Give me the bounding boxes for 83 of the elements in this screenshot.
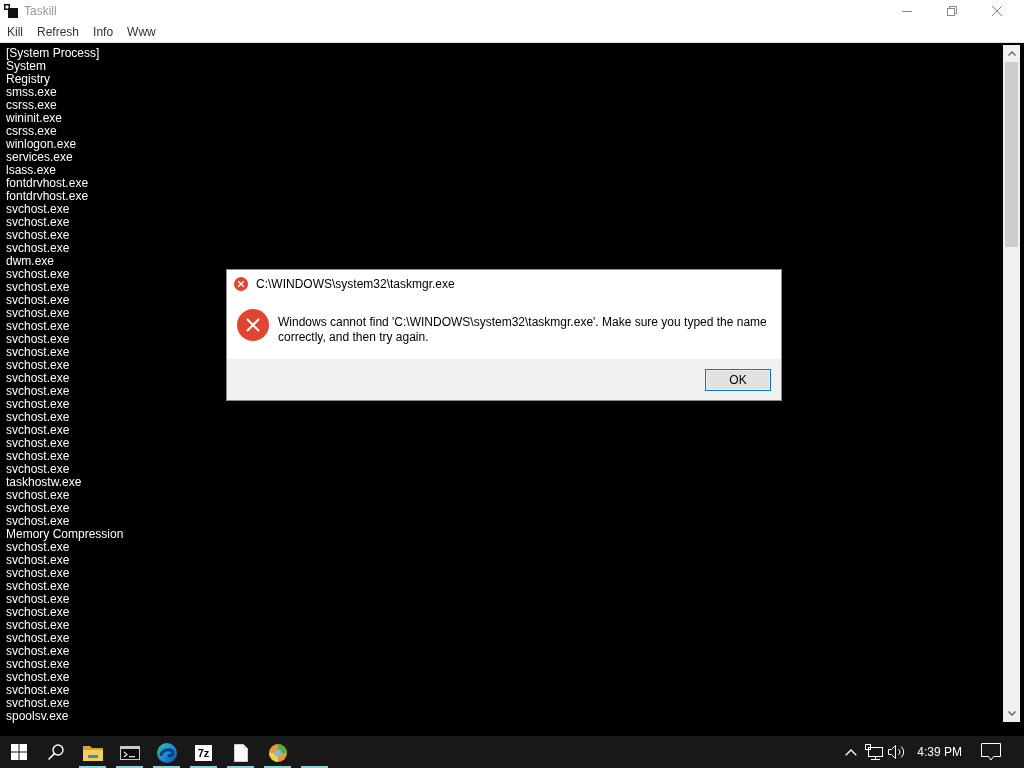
list-item[interactable]: System <box>6 60 46 73</box>
list-item[interactable]: svchost.exe <box>6 320 70 333</box>
list-item[interactable]: svchost.exe <box>6 502 70 515</box>
list-item[interactable]: svchost.exe <box>6 645 70 658</box>
list-item[interactable]: svchost.exe <box>6 229 70 242</box>
list-item[interactable]: wininit.exe <box>6 112 63 125</box>
chevron-up-icon <box>1007 51 1016 56</box>
list-item[interactable]: Memory Compression <box>6 528 124 541</box>
windows-logo-icon <box>10 744 27 760</box>
list-item[interactable]: svchost.exe <box>6 567 70 580</box>
list-item[interactable]: svchost.exe <box>6 515 70 528</box>
list-item[interactable]: services.exe <box>6 151 73 164</box>
list-item[interactable]: svchost.exe <box>6 398 70 411</box>
close-icon <box>991 6 1002 16</box>
list-item[interactable]: svchost.exe <box>6 671 70 684</box>
list-item[interactable]: winlogon.exe <box>6 138 77 151</box>
speaker-icon <box>887 744 906 760</box>
list-item[interactable]: svchost.exe <box>6 554 70 567</box>
dialog-title: C:\WINDOWS\system32\taskmgr.exe <box>256 277 455 291</box>
list-item[interactable]: smss.exe <box>6 86 57 99</box>
list-item[interactable]: svchost.exe <box>6 606 70 619</box>
menu-item[interactable]: Info <box>86 23 121 41</box>
list-item[interactable]: fontdrvhost.exe <box>6 177 89 190</box>
restore-icon <box>946 6 957 16</box>
terminal-icon <box>119 745 140 760</box>
list-item[interactable]: svchost.exe <box>6 346 70 359</box>
chevron-down-icon <box>1007 711 1016 716</box>
scrollbar[interactable] <box>1003 45 1020 722</box>
list-item[interactable]: svchost.exe <box>6 541 70 554</box>
list-item[interactable]: svchost.exe <box>6 684 70 697</box>
menu-item[interactable]: Kill <box>0 23 30 41</box>
squares-icon <box>4 4 18 18</box>
list-item[interactable]: Registry <box>6 73 50 86</box>
chevron-up-icon <box>844 748 857 756</box>
menu-item[interactable]: Refresh <box>30 23 87 41</box>
list-item[interactable]: svchost.exe <box>6 489 70 502</box>
list-item[interactable]: csrss.exe <box>6 125 57 138</box>
document-icon <box>233 743 248 762</box>
list-item[interactable]: fontdrvhost.exe <box>6 190 89 203</box>
list-item[interactable]: svchost.exe <box>6 437 70 450</box>
error-icon <box>234 277 248 291</box>
menu-item[interactable]: Www <box>120 23 163 41</box>
list-item[interactable]: svchost.exe <box>6 411 70 424</box>
list-item[interactable]: svchost.exe <box>6 593 70 606</box>
list-item[interactable]: svchost.exe <box>6 619 70 632</box>
color-ball-icon <box>268 743 287 762</box>
list-item[interactable]: svchost.exe <box>6 424 70 437</box>
minimize-icon <box>901 10 912 12</box>
app-logo: 7z <box>194 744 213 761</box>
list-item[interactable]: spoolsv.exe <box>6 710 69 723</box>
list-item[interactable]: svchost.exe <box>6 450 70 463</box>
list-item[interactable]: svchost.exe <box>6 632 70 645</box>
list-item[interactable]: svchost.exe <box>6 658 70 671</box>
error-message: Windows cannot find 'C:\WINDOWS\system32\taskmgr.exe'. Make sure you typed the name correctly, and then try again. <box>278 315 768 345</box>
list-item[interactable]: svchost.exe <box>6 216 70 229</box>
list-item[interactable]: svchost.exe <box>6 333 70 346</box>
list-item[interactable]: dwm.exe <box>6 255 55 268</box>
list-item[interactable]: csrss.exe <box>6 99 57 112</box>
list-item[interactable]: taskhostw.exe <box>6 476 82 489</box>
speech-bubble-icon <box>981 743 1001 761</box>
list-item[interactable]: lsass.exe <box>6 164 57 177</box>
scroll-thumb[interactable] <box>1005 62 1018 247</box>
list-item[interactable]: svchost.exe <box>6 307 70 320</box>
list-item[interactable]: svchost.exe <box>6 242 70 255</box>
folder-icon <box>82 744 103 761</box>
list-item[interactable]: svchost.exe <box>6 294 70 307</box>
ok-button[interactable]: OK <box>705 368 771 391</box>
swirl-icon <box>156 742 177 763</box>
error-icon <box>237 309 269 341</box>
list-item[interactable]: svchost.exe <box>6 372 70 385</box>
list-item[interactable]: svchost.exe <box>6 697 70 710</box>
list-item[interactable]: svchost.exe <box>6 268 70 281</box>
list-item[interactable]: svchost.exe <box>6 203 70 216</box>
list-item[interactable]: svchost.exe <box>6 385 70 398</box>
list-item[interactable]: svchost.exe <box>6 281 70 294</box>
monitor-icon <box>864 744 883 760</box>
search-icon <box>47 744 64 760</box>
list-item[interactable]: svchost.exe <box>6 359 70 372</box>
list-item[interactable]: svchost.exe <box>6 463 70 476</box>
window-title: Taskill <box>24 4 57 18</box>
list-item[interactable]: [System Process] <box>6 47 100 60</box>
clock[interactable]: 4:39 PM <box>908 736 971 768</box>
list-item[interactable]: svchost.exe <box>6 580 70 593</box>
